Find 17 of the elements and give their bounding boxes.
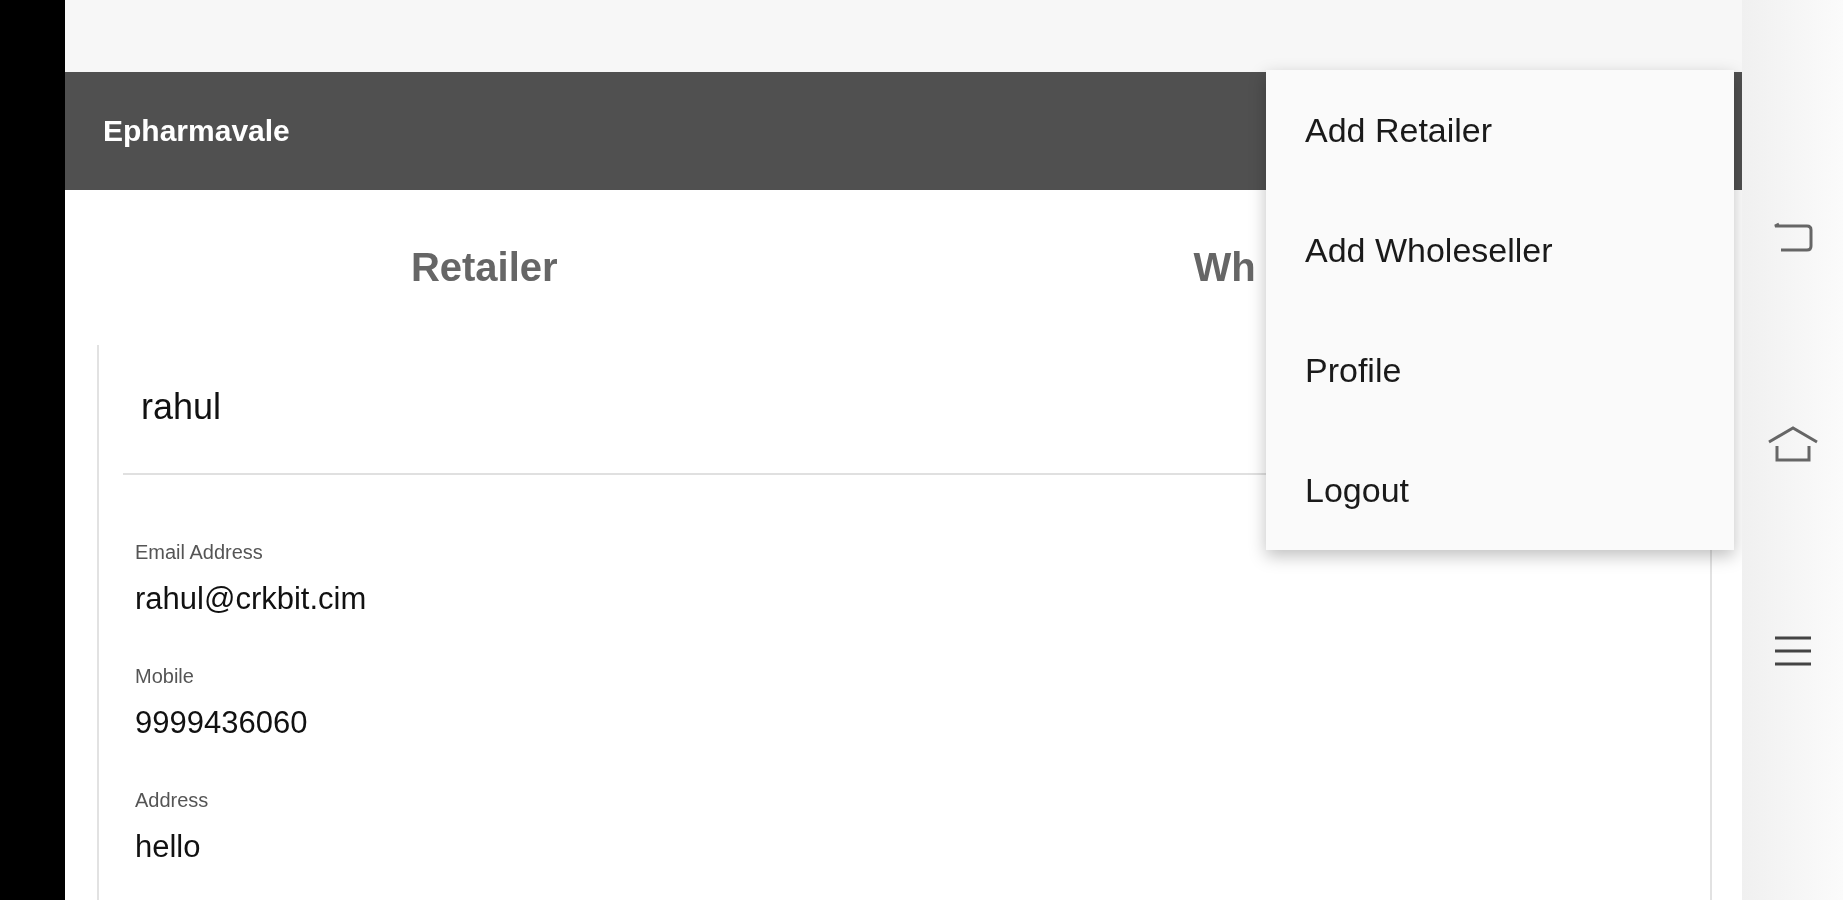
tab[interactable]: Wh	[1193, 245, 1256, 290]
field-value: rahul@crkbit.cim	[135, 580, 367, 618]
field-label: Mobile	[135, 664, 194, 689]
field-label: Email Address	[135, 540, 263, 565]
retailer-name: rahul	[141, 386, 222, 427]
field-value: 9999436060	[135, 704, 308, 742]
home-icon[interactable]	[1766, 424, 1819, 464]
app-title: Epharmavale	[103, 114, 290, 148]
back-icon[interactable]	[1772, 220, 1813, 254]
menu-item[interactable]: Add Retailer	[1266, 70, 1734, 190]
tab[interactable]: Retailer	[410, 245, 558, 290]
menu-item[interactable]: Add Wholeseller	[1266, 190, 1734, 310]
menu-icon[interactable]	[1772, 634, 1813, 668]
field-label: Address	[135, 788, 209, 813]
menu-item[interactable]: Profile	[1266, 310, 1734, 430]
field-value: hello	[135, 828, 201, 866]
menu-item[interactable]: Logout	[1266, 430, 1734, 550]
